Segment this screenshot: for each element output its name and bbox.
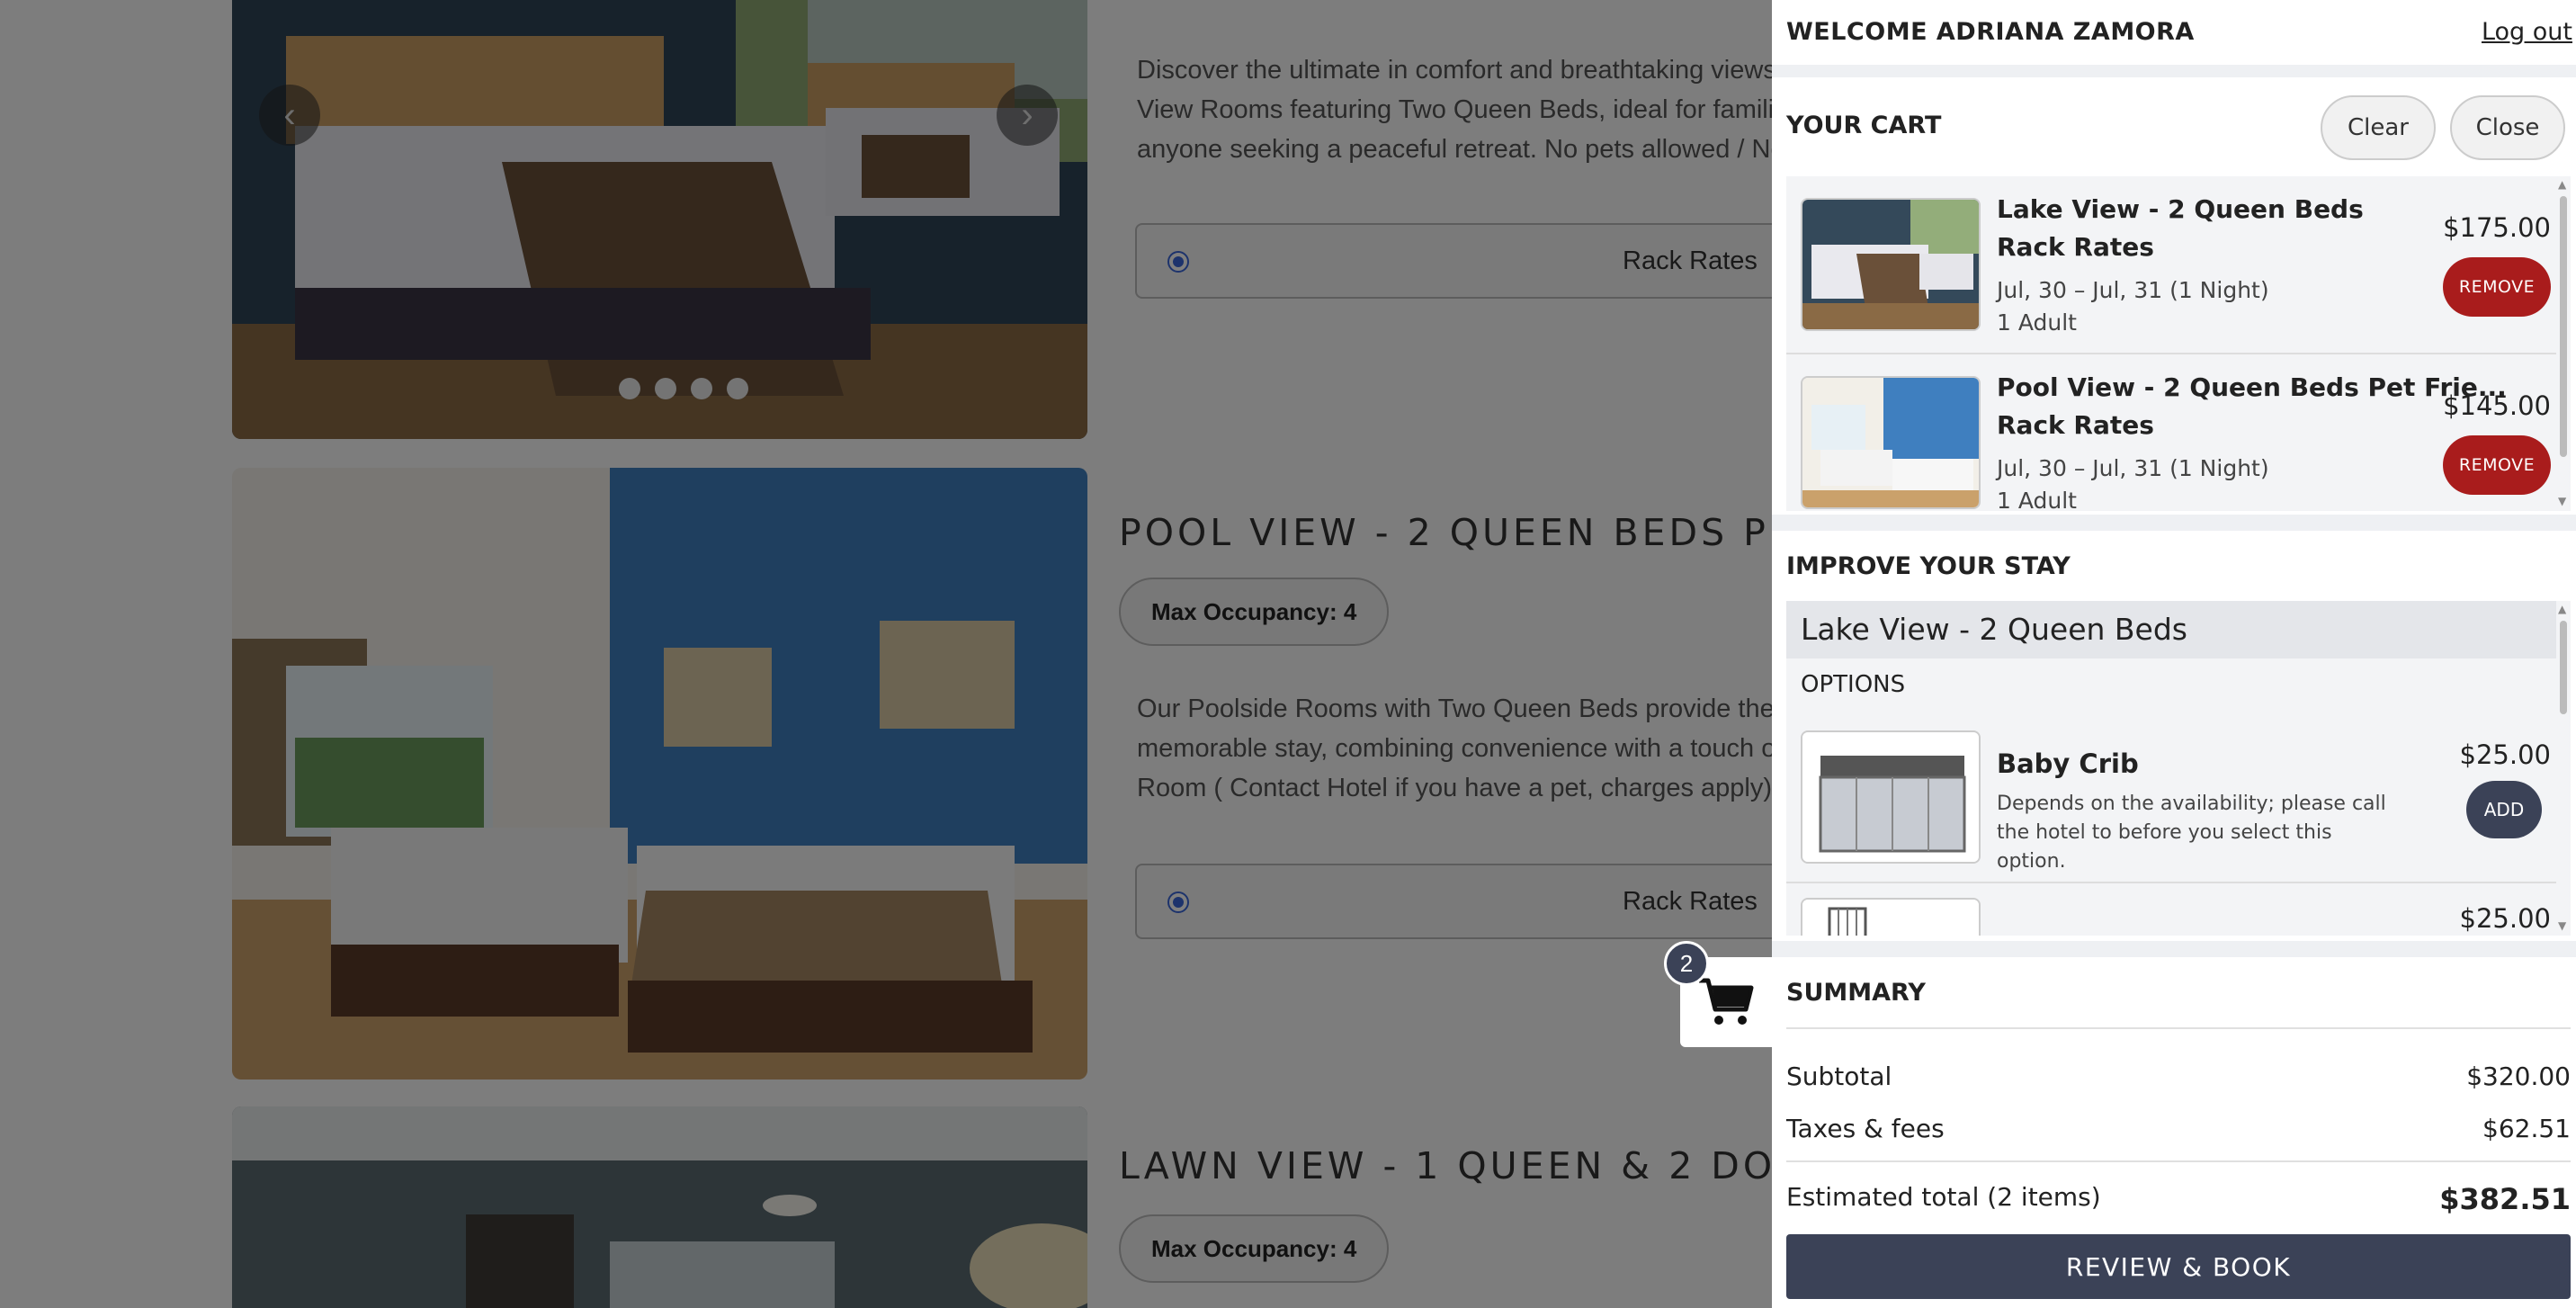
cart-item: Pool View - 2 Queen Beds Pet Frie... Rac… [1786, 356, 2556, 511]
scroll-up-icon[interactable]: ▲ [2558, 178, 2566, 191]
taxes-row: Taxes & fees $62.51 [1786, 1114, 2571, 1143]
rate-radio[interactable] [1167, 251, 1189, 273]
option-item: Baby Crib Depends on the availability; p… [1786, 718, 2556, 883]
occupancy-badge: Max Occupancy: 4 [1119, 578, 1390, 646]
cart-item-price: $145.00 [2443, 390, 2551, 421]
options-scrollbar[interactable]: ▲ ▼ [2556, 601, 2571, 936]
cart-item-dates: Jul, 30 – Jul, 31 (1 Night) [1997, 277, 2269, 303]
subtotal-value: $320.00 [2466, 1062, 2571, 1091]
summary-divider [1786, 1160, 2571, 1162]
cart-item-image [1802, 200, 1979, 329]
room-photo-lake-view: ‹ › [232, 0, 1087, 439]
options-label: OPTIONS [1801, 671, 1906, 698]
carousel-prev-button[interactable]: ‹ [259, 85, 320, 146]
shopping-cart-icon [1699, 978, 1754, 1025]
cart-item-rate: Rack Rates [1997, 410, 2154, 440]
cart-item-name: Lake View - 2 Queen Beds [1997, 194, 2364, 224]
subtotal-row: Subtotal $320.00 [1786, 1062, 2571, 1091]
taxes-label: Taxes & fees [1786, 1114, 1945, 1143]
carousel-dot[interactable] [619, 378, 640, 399]
rate-label: Rack Rates [1623, 887, 1758, 916]
taxes-value: $62.51 [2482, 1114, 2571, 1143]
option-name: Baby Crib [1997, 748, 2139, 779]
logout-link[interactable]: Log out [2482, 18, 2572, 46]
cart-items-list[interactable]: Lake View - 2 Queen Beds Rack Rates Jul,… [1786, 176, 2571, 511]
room-photo-lawn-view-image [232, 1106, 1087, 1308]
rate-label: Rack Rates [1623, 246, 1758, 275]
cart-item-thumbnail [1801, 198, 1981, 331]
room-photo-pool-view [232, 468, 1087, 1080]
remove-item-button[interactable]: REMOVE [2443, 435, 2551, 495]
improve-options-list[interactable]: Lake View - 2 Queen Beds OPTIONS Baby Cr… [1786, 601, 2571, 936]
scrollbar-thumb[interactable] [2560, 196, 2567, 457]
option-image [1802, 900, 1979, 936]
summary-heading: SUMMARY [1786, 979, 1926, 1007]
clear-cart-button[interactable]: Clear [2321, 95, 2436, 160]
scrollbar-thumb[interactable] [2560, 621, 2567, 714]
cart-item-dates: Jul, 30 – Jul, 31 (1 Night) [1997, 455, 2269, 481]
cart-item: Lake View - 2 Queen Beds Rack Rates Jul,… [1786, 176, 2556, 354]
review-and-book-button[interactable]: REVIEW & BOOK [1786, 1234, 2571, 1299]
option-price: $25.00 [2459, 903, 2551, 934]
room-photo-pool-view-image [232, 468, 1087, 1080]
cart-item-rate: Rack Rates [1997, 232, 2154, 262]
improve-heading: IMPROVE YOUR STAY [1786, 552, 2071, 580]
total-value: $382.51 [2439, 1182, 2571, 1216]
carousel-next-button[interactable]: › [997, 85, 1058, 146]
cart-item-image [1802, 378, 1979, 507]
summary-divider [1786, 1027, 2571, 1029]
option-item: $25.00 [1786, 885, 2556, 936]
cart-section: YOUR CART Clear Close Lake View - 2 Quee… [1772, 77, 2576, 515]
cart-side-panel: WELCOME ADRIANA ZAMORA Log out YOUR CART… [1772, 0, 2576, 1308]
room-photo-lake-view-image [232, 0, 1087, 439]
remove-item-button[interactable]: REMOVE [2443, 257, 2551, 317]
scroll-up-icon[interactable]: ▲ [2558, 603, 2566, 615]
room-card-lawn-view: LAWN VIEW - 1 QUEEN & 2 DOUBLE B Max Occ… [232, 1106, 2031, 1308]
cart-item-guests: 1 Adult [1997, 488, 2077, 511]
total-row: Estimated total (2 items) $382.51 [1786, 1182, 2571, 1216]
occupancy-badge: Max Occupancy: 4 [1119, 1214, 1390, 1283]
cart-item-guests: 1 Adult [1997, 309, 2077, 336]
baby-crib-image [1802, 732, 1979, 862]
cart-item-price: $175.00 [2443, 212, 2551, 243]
cart-item-name: Pool View - 2 Queen Beds Pet Frie... [1997, 372, 2507, 402]
improve-room-name: Lake View - 2 Queen Beds [1786, 601, 2556, 658]
welcome-text: WELCOME ADRIANA ZAMORA [1786, 18, 2195, 46]
close-panel-button[interactable]: Close [2450, 95, 2565, 160]
summary-section: SUMMARY Subtotal $320.00 Taxes & fees $6… [1772, 957, 2576, 1308]
carousel-dot[interactable] [655, 378, 676, 399]
total-label: Estimated total (2 items) [1786, 1182, 2101, 1212]
subtotal-label: Subtotal [1786, 1062, 1892, 1091]
cart-scrollbar[interactable]: ▲ ▼ [2556, 176, 2571, 511]
cart-item-thumbnail [1801, 376, 1981, 509]
carousel-dot[interactable] [691, 378, 712, 399]
carousel-dot[interactable] [727, 378, 748, 399]
scroll-down-icon[interactable]: ▼ [2558, 495, 2566, 507]
option-thumbnail [1801, 898, 1981, 936]
rate-radio[interactable] [1167, 891, 1189, 913]
room-card-lake-view: ‹ › Discover the ultimate in comfort and… [232, 0, 2035, 439]
welcome-bar: WELCOME ADRIANA ZAMORA Log out [1772, 0, 2576, 65]
add-option-button[interactable]: ADD [2466, 781, 2542, 838]
scroll-down-icon[interactable]: ▼ [2558, 919, 2566, 932]
room-photo-lawn-view [232, 1106, 1087, 1308]
option-thumbnail [1801, 730, 1981, 864]
cart-count-badge: 2 [1664, 941, 1709, 986]
option-description: Depends on the availability; please call… [1997, 793, 2386, 873]
option-price: $25.00 [2459, 739, 2551, 770]
cart-heading: YOUR CART [1786, 112, 1942, 139]
carousel-dots [619, 378, 748, 399]
improve-stay-section: IMPROVE YOUR STAY Lake View - 2 Queen Be… [1772, 531, 2576, 941]
